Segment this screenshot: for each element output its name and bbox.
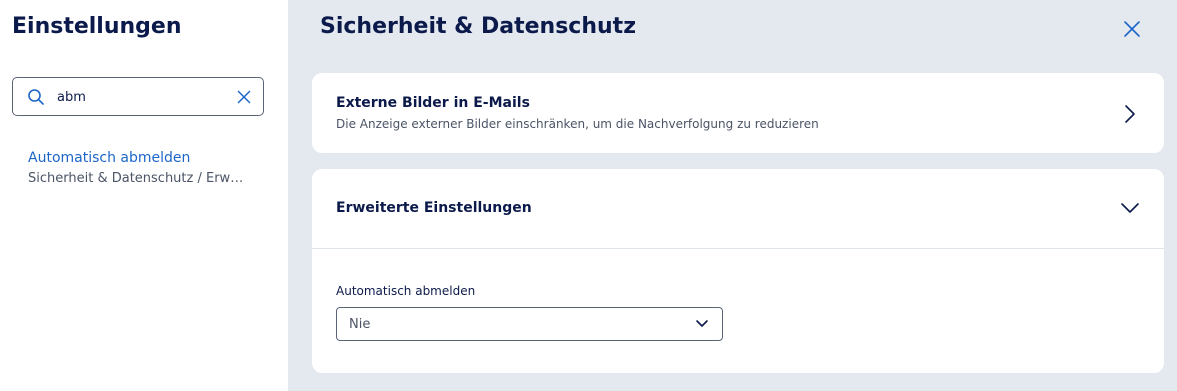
page-title: Sicherheit & Datenschutz xyxy=(320,14,636,39)
search-result-item[interactable]: Automatisch abmelden Sicherheit & Datens… xyxy=(28,149,268,187)
clear-search-icon[interactable] xyxy=(235,88,253,106)
external-images-description: Die Anzeige externer Bilder einschränken… xyxy=(336,117,819,131)
external-images-card[interactable]: Externe Bilder in E-Mails Die Anzeige ex… xyxy=(312,73,1164,153)
advanced-settings-card: Erweiterte Einstellungen Automatisch abm… xyxy=(312,169,1164,373)
search-result-path: Sicherheit & Datenschutz / Erweiterte Ei… xyxy=(28,171,246,186)
settings-sidebar: Einstellungen Automatisch abmelden Siche… xyxy=(0,0,288,391)
search-icon xyxy=(28,89,44,105)
close-icon[interactable] xyxy=(1122,19,1142,39)
chevron-down-icon xyxy=(1121,203,1139,213)
search-input[interactable] xyxy=(57,84,227,110)
search-result-title[interactable]: Automatisch abmelden xyxy=(28,149,268,167)
settings-detail-panel: Sicherheit & Datenschutz Externe Bilder … xyxy=(288,0,1177,391)
advanced-settings-title: Erweiterte Einstellungen xyxy=(336,200,532,216)
auto-logout-selected-value: Nie xyxy=(349,317,371,332)
auto-logout-select[interactable]: Nie xyxy=(336,307,723,341)
chevron-down-icon xyxy=(696,320,708,327)
external-images-title: Externe Bilder in E-Mails xyxy=(336,95,530,111)
chevron-right-icon xyxy=(1125,105,1135,123)
auto-logout-label: Automatisch abmelden xyxy=(336,284,476,298)
settings-search-box[interactable] xyxy=(12,77,264,116)
sidebar-title: Einstellungen xyxy=(12,14,182,39)
advanced-settings-header[interactable]: Erweiterte Einstellungen xyxy=(312,169,1164,249)
